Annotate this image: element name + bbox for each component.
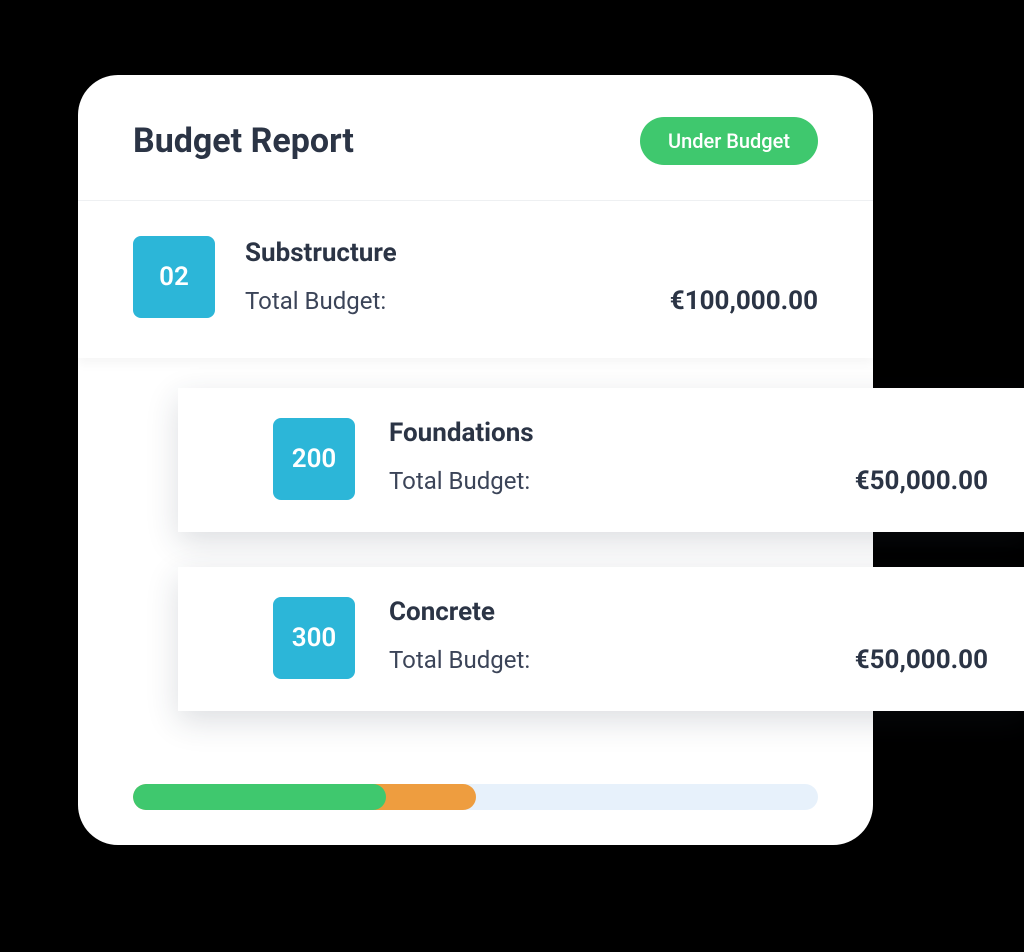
- sub-items-container: 200 Foundations Total Budget: €50,000.00…: [78, 358, 873, 756]
- page-title: Budget Report: [133, 121, 354, 161]
- sub-item-budget-label: Total Budget:: [389, 646, 530, 674]
- sub-item-foundations[interactable]: 200 Foundations Total Budget: €50,000.00: [178, 388, 1024, 532]
- sub-item-concrete[interactable]: 300 Concrete Total Budget: €50,000.00: [178, 567, 1024, 711]
- progress-bar: [133, 784, 818, 810]
- sub-item-budget-line: Total Budget: €50,000.00: [389, 466, 988, 496]
- category-code-badge: 02: [133, 236, 215, 318]
- sub-item-budget-line: Total Budget: €50,000.00: [389, 645, 988, 675]
- sub-item-code-badge: 200: [273, 418, 355, 500]
- status-badge: Under Budget: [640, 117, 818, 165]
- sub-item-code-badge: 300: [273, 597, 355, 679]
- sub-item-body: Foundations Total Budget: €50,000.00: [389, 418, 988, 496]
- category-title: Substructure: [245, 238, 818, 268]
- sub-item-title: Concrete: [389, 597, 988, 627]
- progress-track: [133, 784, 818, 810]
- category-budget-label: Total Budget:: [245, 287, 386, 315]
- card-header: Budget Report Under Budget: [78, 75, 873, 201]
- budget-report-card: Budget Report Under Budget 02 Substructu…: [78, 75, 873, 845]
- sub-item-budget-amount: €50,000.00: [855, 466, 988, 496]
- sub-item-budget-label: Total Budget:: [389, 467, 530, 495]
- sub-item-budget-amount: €50,000.00: [855, 645, 988, 675]
- sub-item-body: Concrete Total Budget: €50,000.00: [389, 597, 988, 675]
- sub-item-title: Foundations: [389, 418, 988, 448]
- progress-segment-green: [133, 784, 386, 810]
- category-budget-line: Total Budget: €100,000.00: [245, 286, 818, 316]
- category-body: Substructure Total Budget: €100,000.00: [245, 238, 818, 316]
- category-budget-amount: €100,000.00: [670, 286, 818, 316]
- category-row-substructure[interactable]: 02 Substructure Total Budget: €100,000.0…: [78, 201, 873, 358]
